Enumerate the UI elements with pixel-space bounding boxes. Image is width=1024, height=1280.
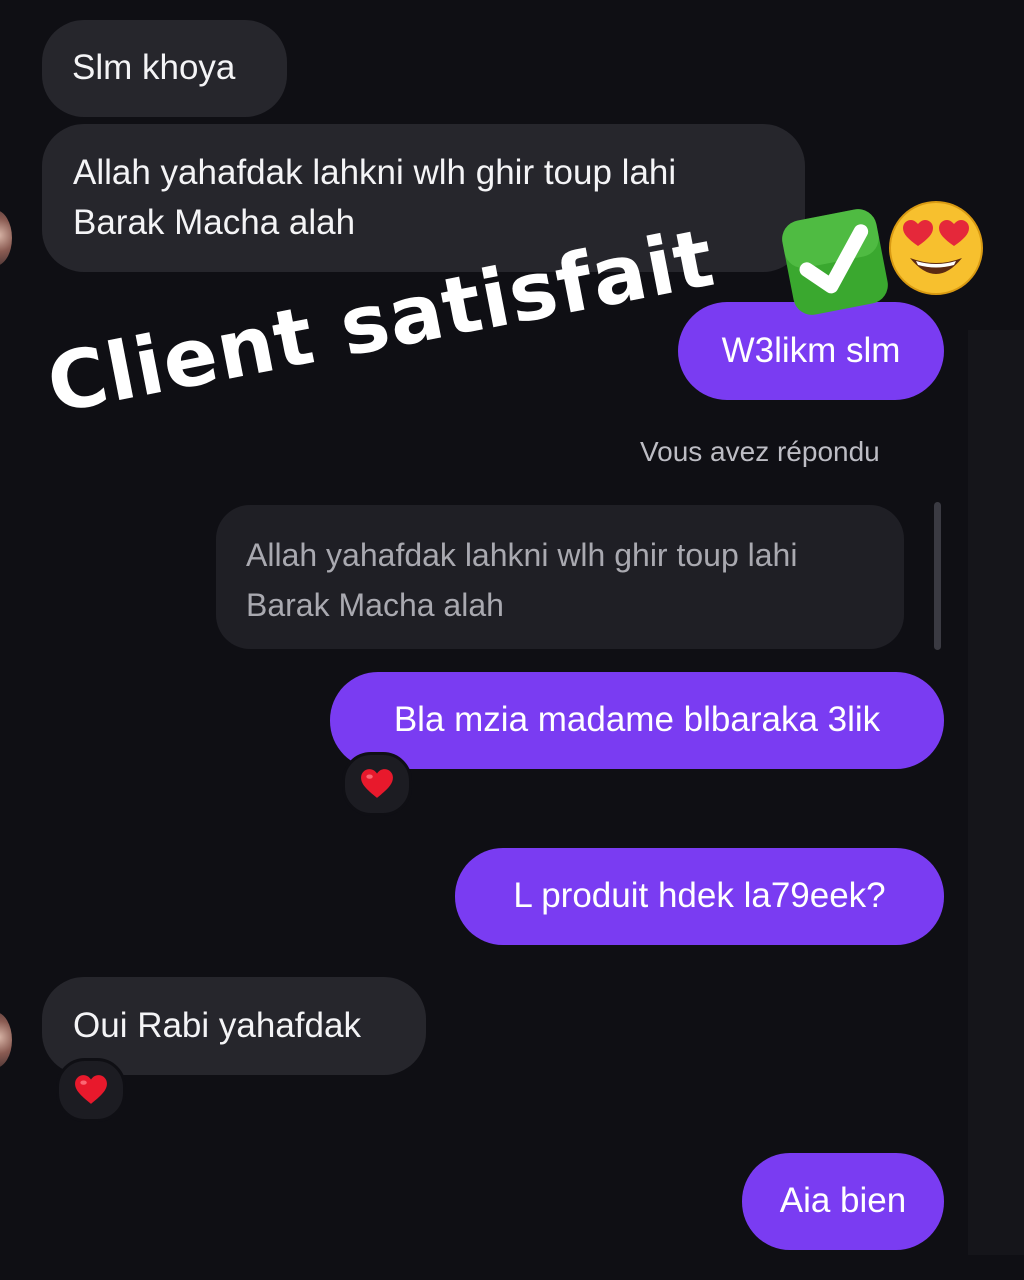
quoted-text-line: Barak Macha alah [246, 587, 504, 623]
message-text: Oui Rabi yahafdak [73, 1006, 361, 1045]
outgoing-message[interactable]: Aia bien [742, 1153, 944, 1250]
message-text: Bla mzia madame blbaraka 3lik [393, 700, 881, 739]
message-text: L produit hdek la79eek? [513, 876, 886, 915]
red-heart-icon [75, 1075, 107, 1104]
outgoing-message[interactable]: L produit hdek la79eek? [455, 848, 944, 945]
sender-avatar[interactable] [0, 1012, 12, 1068]
red-heart-icon [361, 769, 393, 798]
thread-edge-shade [968, 330, 1024, 1255]
reply-label: Vous avez répondu [640, 436, 880, 467]
quoted-message[interactable]: Allah yahafdak lahkni wlh ghir toup lahi… [216, 505, 904, 649]
reaction-badge[interactable] [56, 1058, 126, 1122]
quote-indicator-bar [934, 502, 941, 650]
message-text: Aia bien [779, 1181, 907, 1220]
incoming-message[interactable]: Slm khoya [42, 20, 287, 117]
check-mark-button-icon [782, 209, 888, 315]
message-text: W3likm slm [721, 331, 901, 370]
sender-avatar[interactable] [0, 210, 12, 266]
outgoing-message[interactable]: Bla mzia madame blbaraka 3lik [330, 672, 944, 769]
reaction-badge[interactable] [342, 752, 412, 816]
message-text-line: Allah yahafdak lahkni wlh ghir toup lahi [73, 153, 677, 192]
message-text: Slm khoya [72, 48, 236, 87]
heart-eyes-face-icon [889, 201, 983, 295]
quoted-text-line: Allah yahafdak lahkni wlh ghir toup lahi [246, 537, 798, 573]
